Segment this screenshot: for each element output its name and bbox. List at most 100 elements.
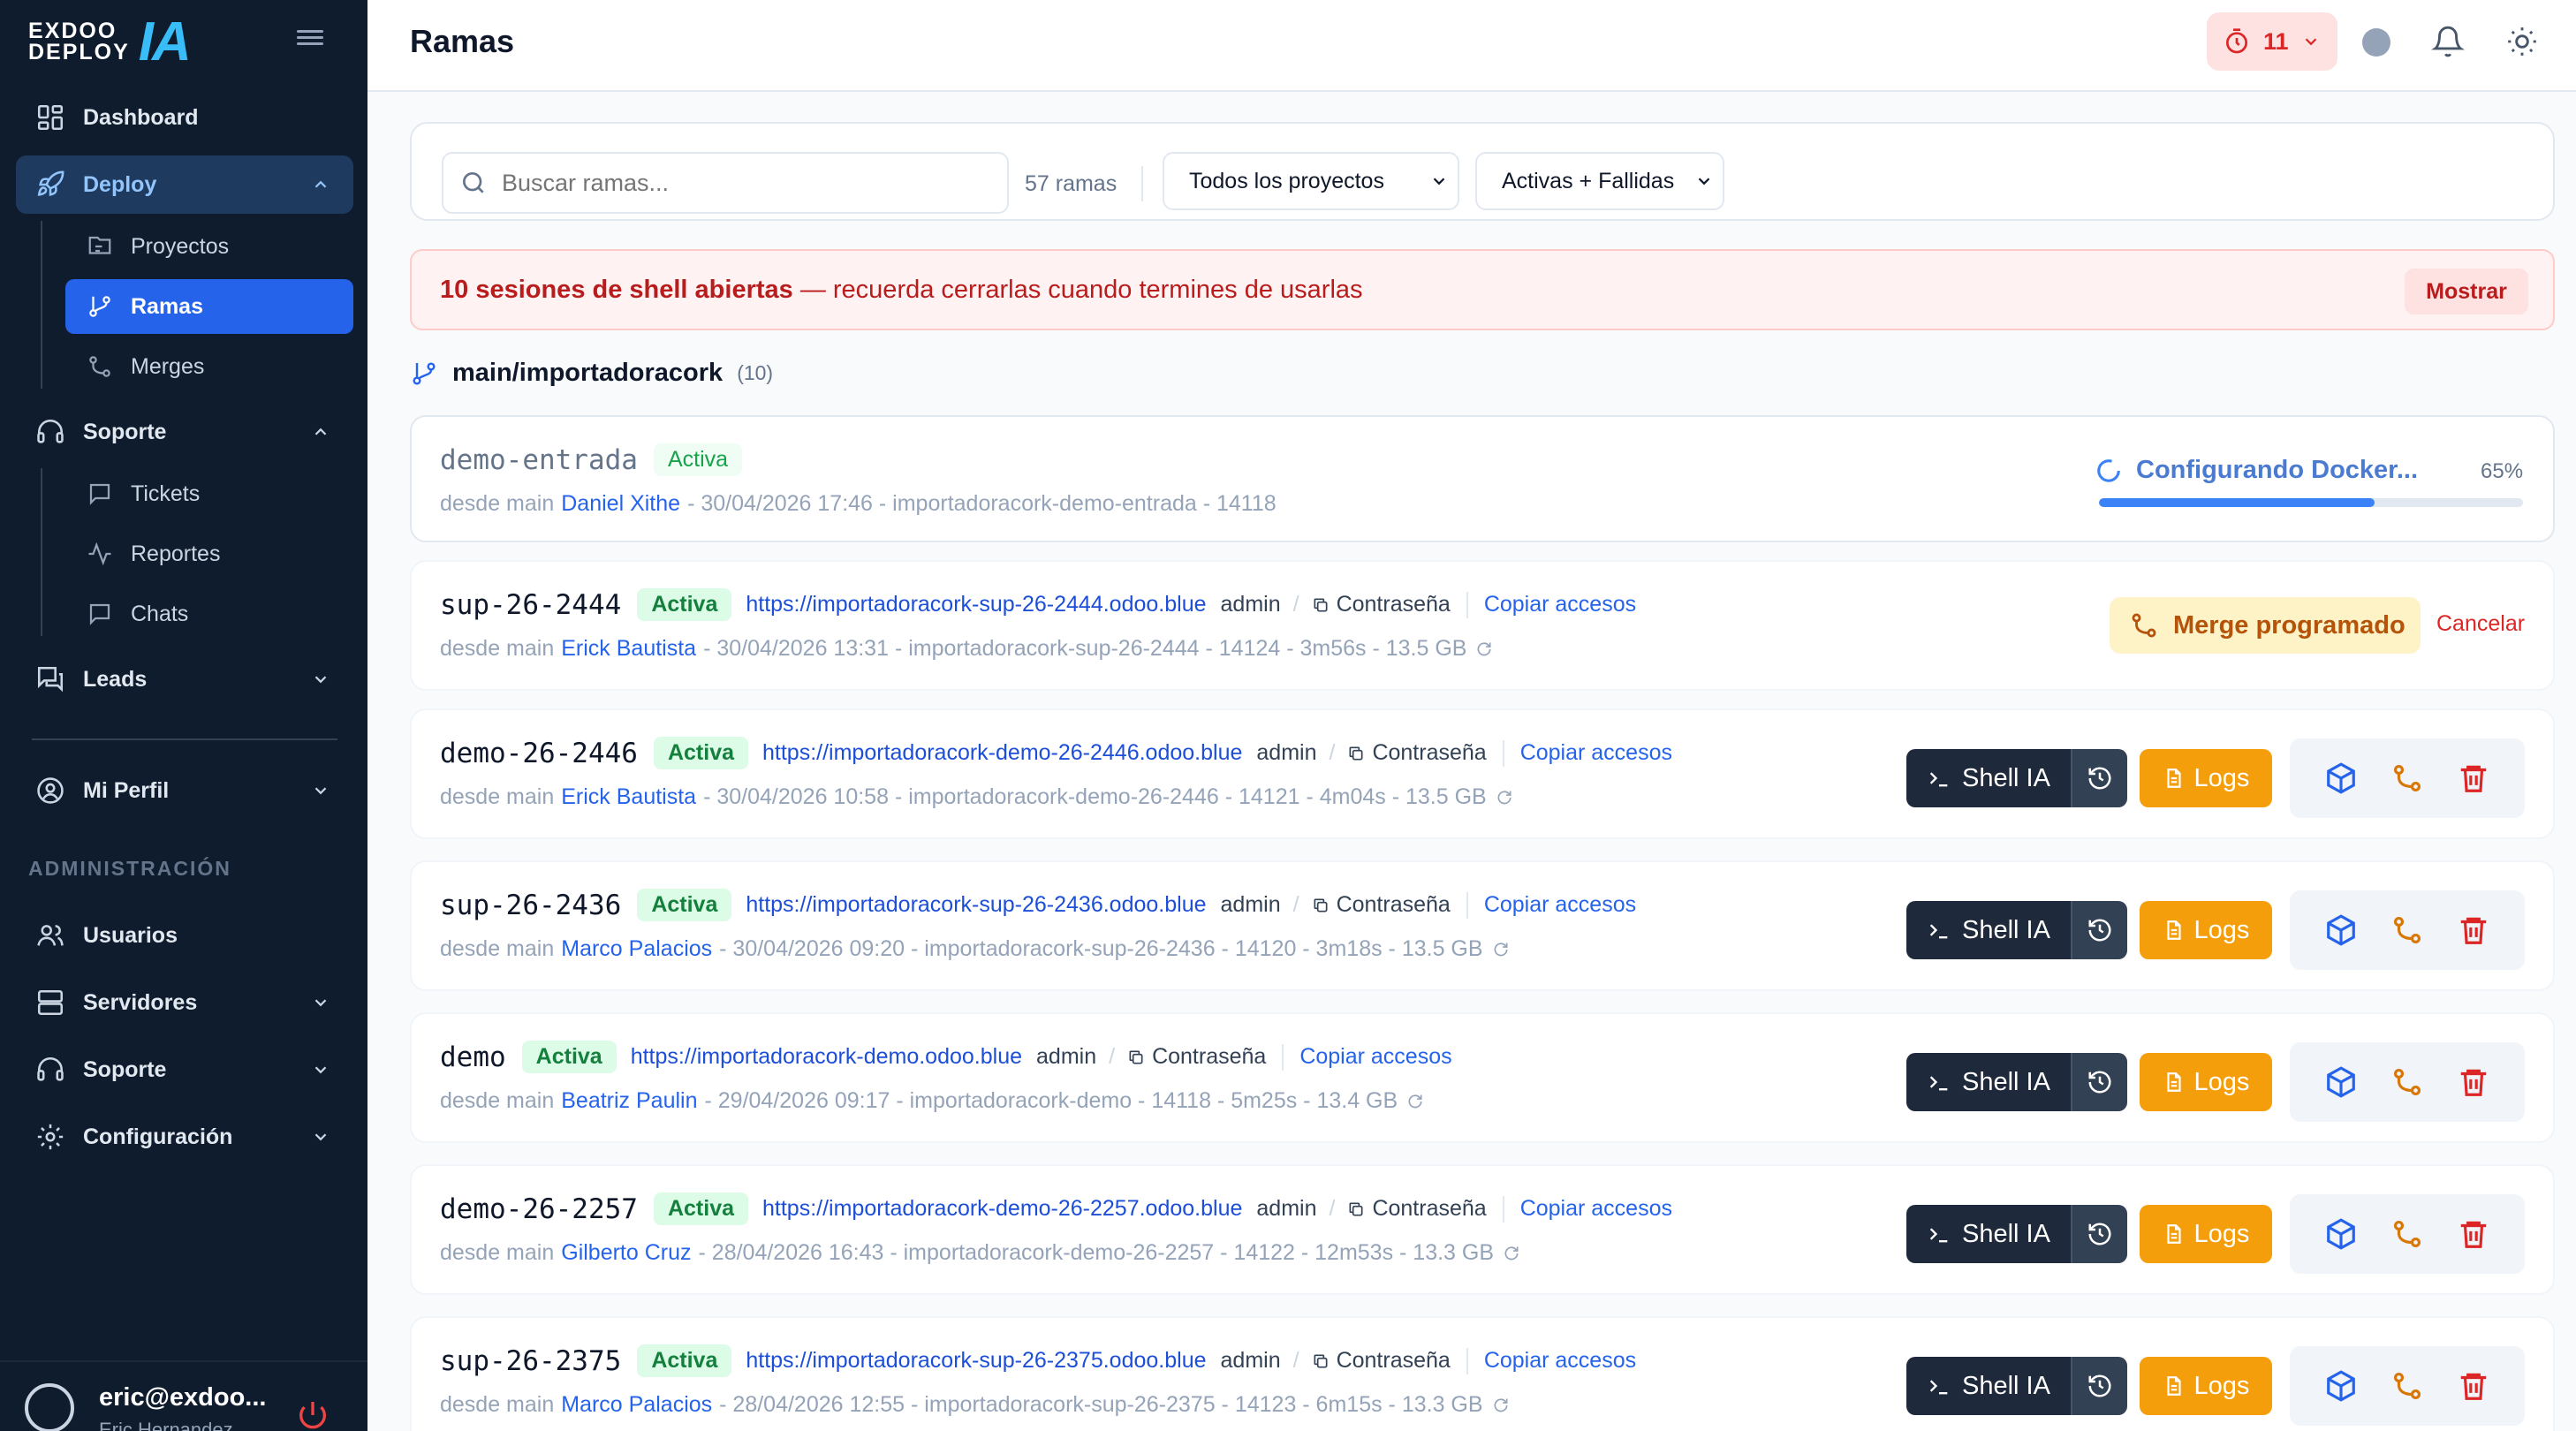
shell-sessions-timer[interactable]: 11: [2207, 12, 2337, 71]
password-copy[interactable]: Contraseña: [1127, 1044, 1266, 1070]
sidebar-item-ramas[interactable]: Ramas: [65, 279, 353, 334]
sun-icon[interactable]: [2505, 25, 2539, 58]
show-sessions-button[interactable]: Mostrar: [2405, 269, 2528, 314]
package-button[interactable]: [2323, 1368, 2359, 1404]
merge-button[interactable]: [2390, 1064, 2425, 1100]
branch-meta: - 30/04/2026 13:31 - importadoracork-sup…: [703, 636, 1467, 661]
copy-credentials-link[interactable]: Copiar accesos: [1299, 1044, 1451, 1070]
shell-ia-button[interactable]: Shell IA: [1906, 1205, 2071, 1263]
refresh-icon: [1504, 1246, 1519, 1260]
branch-url-link[interactable]: https://importadoracork-sup-26-2375.odoo…: [746, 1348, 1206, 1374]
git-merge-icon: [2393, 764, 2421, 792]
sidebar-item-reportes[interactable]: Reportes: [65, 526, 353, 581]
sidebar-item-proyectos[interactable]: Proyectos: [65, 219, 353, 274]
logs-button[interactable]: Logs: [2140, 749, 2272, 807]
shell-ia-button[interactable]: Shell IA: [1906, 901, 2071, 959]
branch-name: sup-26-2444: [440, 588, 622, 621]
branch-name: demo-26-2446: [440, 737, 638, 769]
sidebar-item-chats[interactable]: Chats: [65, 587, 353, 641]
git-branch-icon: [89, 296, 110, 317]
author-link[interactable]: Gilberto Cruz: [561, 1240, 691, 1266]
status-select[interactable]: Activas + Fallidas: [1475, 152, 1724, 210]
message-square-icon: [89, 483, 110, 505]
branch-url-link[interactable]: https://importadoracork-demo.odoo.blue: [631, 1044, 1022, 1070]
shell-ia-button[interactable]: Shell IA: [1906, 749, 2071, 807]
menu-toggle-icon[interactable]: [297, 26, 323, 49]
sidebar-item-dashboard[interactable]: Dashboard: [16, 88, 353, 147]
password-copy[interactable]: Contraseña: [1312, 892, 1451, 918]
delete-button[interactable]: [2456, 1064, 2491, 1100]
project-select[interactable]: Todos los proyectos: [1163, 152, 1459, 210]
sidebar-subitem-label: Reportes: [131, 541, 221, 566]
logs-button[interactable]: Logs: [2140, 1357, 2272, 1415]
branch-url-link[interactable]: https://importadoracork-sup-26-2436.odoo…: [746, 892, 1206, 918]
shell-history-button[interactable]: [2071, 749, 2127, 807]
merge-button[interactable]: [2390, 761, 2425, 796]
branch-url-link[interactable]: https://importadoracork-sup-26-2444.odoo…: [746, 592, 1206, 617]
row-actions: [2290, 1042, 2525, 1122]
delete-button[interactable]: [2456, 761, 2491, 796]
shell-history-button[interactable]: [2071, 901, 2127, 959]
package-button[interactable]: [2323, 1216, 2359, 1252]
merge-scheduled-badge[interactable]: Merge programado: [2110, 597, 2421, 654]
sidebar-item-mi-perfil[interactable]: Mi Perfil: [16, 761, 353, 820]
status-indicator[interactable]: [2362, 28, 2390, 57]
author-link[interactable]: Marco Palacios: [561, 1392, 712, 1418]
package-button[interactable]: [2323, 1064, 2359, 1100]
shell-ia-button[interactable]: Shell IA: [1906, 1053, 2071, 1111]
shell-history-button[interactable]: [2071, 1357, 2127, 1415]
shell-history-button[interactable]: [2071, 1205, 2127, 1263]
password-copy[interactable]: Contraseña: [1347, 740, 1487, 766]
shell-ia-button[interactable]: Shell IA: [1906, 1357, 2071, 1415]
cancel-merge-link[interactable]: Cancelar: [2436, 611, 2525, 637]
bell-icon[interactable]: [2431, 25, 2465, 58]
shell-history-button[interactable]: [2071, 1053, 2127, 1111]
delete-button[interactable]: [2456, 1368, 2491, 1404]
copy-credentials-link[interactable]: Copiar accesos: [1484, 1348, 1636, 1374]
copy-credentials-link[interactable]: Copiar accesos: [1520, 1196, 1672, 1222]
author-link[interactable]: Beatriz Paulin: [561, 1088, 697, 1114]
sidebar-item-merges[interactable]: Merges: [65, 339, 353, 394]
logs-button[interactable]: Logs: [2140, 1205, 2272, 1263]
password-copy[interactable]: Contraseña: [1347, 1196, 1487, 1222]
branch-row: sup-26-2436 Activa https://importadoraco…: [410, 860, 2555, 991]
search-field[interactable]: [442, 152, 1009, 214]
password-copy[interactable]: Contraseña: [1312, 592, 1451, 617]
brand-logo[interactable]: EXDOO DEPLOY IA: [28, 11, 192, 72]
branch-group-header[interactable]: main/importadoracork (10): [410, 359, 773, 388]
author-link[interactable]: Marco Palacios: [561, 936, 712, 962]
delete-button[interactable]: [2456, 912, 2491, 948]
author-link[interactable]: Erick Bautista: [561, 636, 696, 662]
copy-credentials-link[interactable]: Copiar accesos: [1520, 740, 1672, 766]
logs-button[interactable]: Logs: [2140, 1053, 2272, 1111]
sidebar-item-soporte-admin[interactable]: Soporte: [16, 1041, 353, 1099]
alert-message-rest: — recuerda cerrarlas cuando termines de …: [792, 276, 1363, 304]
merge-button[interactable]: [2390, 912, 2425, 948]
sidebar-item-leads[interactable]: Leads: [16, 650, 353, 708]
merge-button[interactable]: [2390, 1368, 2425, 1404]
merge-button[interactable]: [2390, 1216, 2425, 1252]
author-link[interactable]: Erick Bautista: [561, 784, 696, 810]
password-copy[interactable]: Contraseña: [1312, 1348, 1451, 1374]
sidebar-subitem-label: Tickets: [131, 481, 201, 506]
search-input[interactable]: [502, 169, 979, 197]
package-button[interactable]: [2323, 761, 2359, 796]
logs-button[interactable]: Logs: [2140, 901, 2272, 959]
sidebar-item-servidores[interactable]: Servidores: [16, 973, 353, 1032]
copy-credentials-link[interactable]: Copiar accesos: [1484, 592, 1636, 617]
sidebar-item-tickets[interactable]: Tickets: [65, 466, 353, 521]
power-icon[interactable]: [295, 1397, 330, 1431]
avatar[interactable]: [25, 1383, 74, 1431]
dashboard-icon: [37, 104, 64, 131]
author-link[interactable]: Daniel Xithe: [561, 491, 680, 517]
branch-name: demo: [440, 1041, 506, 1073]
sidebar-item-configuracion[interactable]: Configuración: [16, 1108, 353, 1166]
package-button[interactable]: [2323, 912, 2359, 948]
copy-credentials-link[interactable]: Copiar accesos: [1484, 892, 1636, 918]
sidebar-item-usuarios[interactable]: Usuarios: [16, 906, 353, 965]
delete-button[interactable]: [2456, 1216, 2491, 1252]
branch-url-link[interactable]: https://importadoracork-demo-26-2257.odo…: [762, 1196, 1242, 1222]
sidebar-item-soporte[interactable]: Soporte: [16, 403, 353, 461]
sidebar-item-deploy[interactable]: Deploy: [16, 155, 353, 214]
branch-url-link[interactable]: https://importadoracork-demo-26-2446.odo…: [762, 740, 1242, 766]
